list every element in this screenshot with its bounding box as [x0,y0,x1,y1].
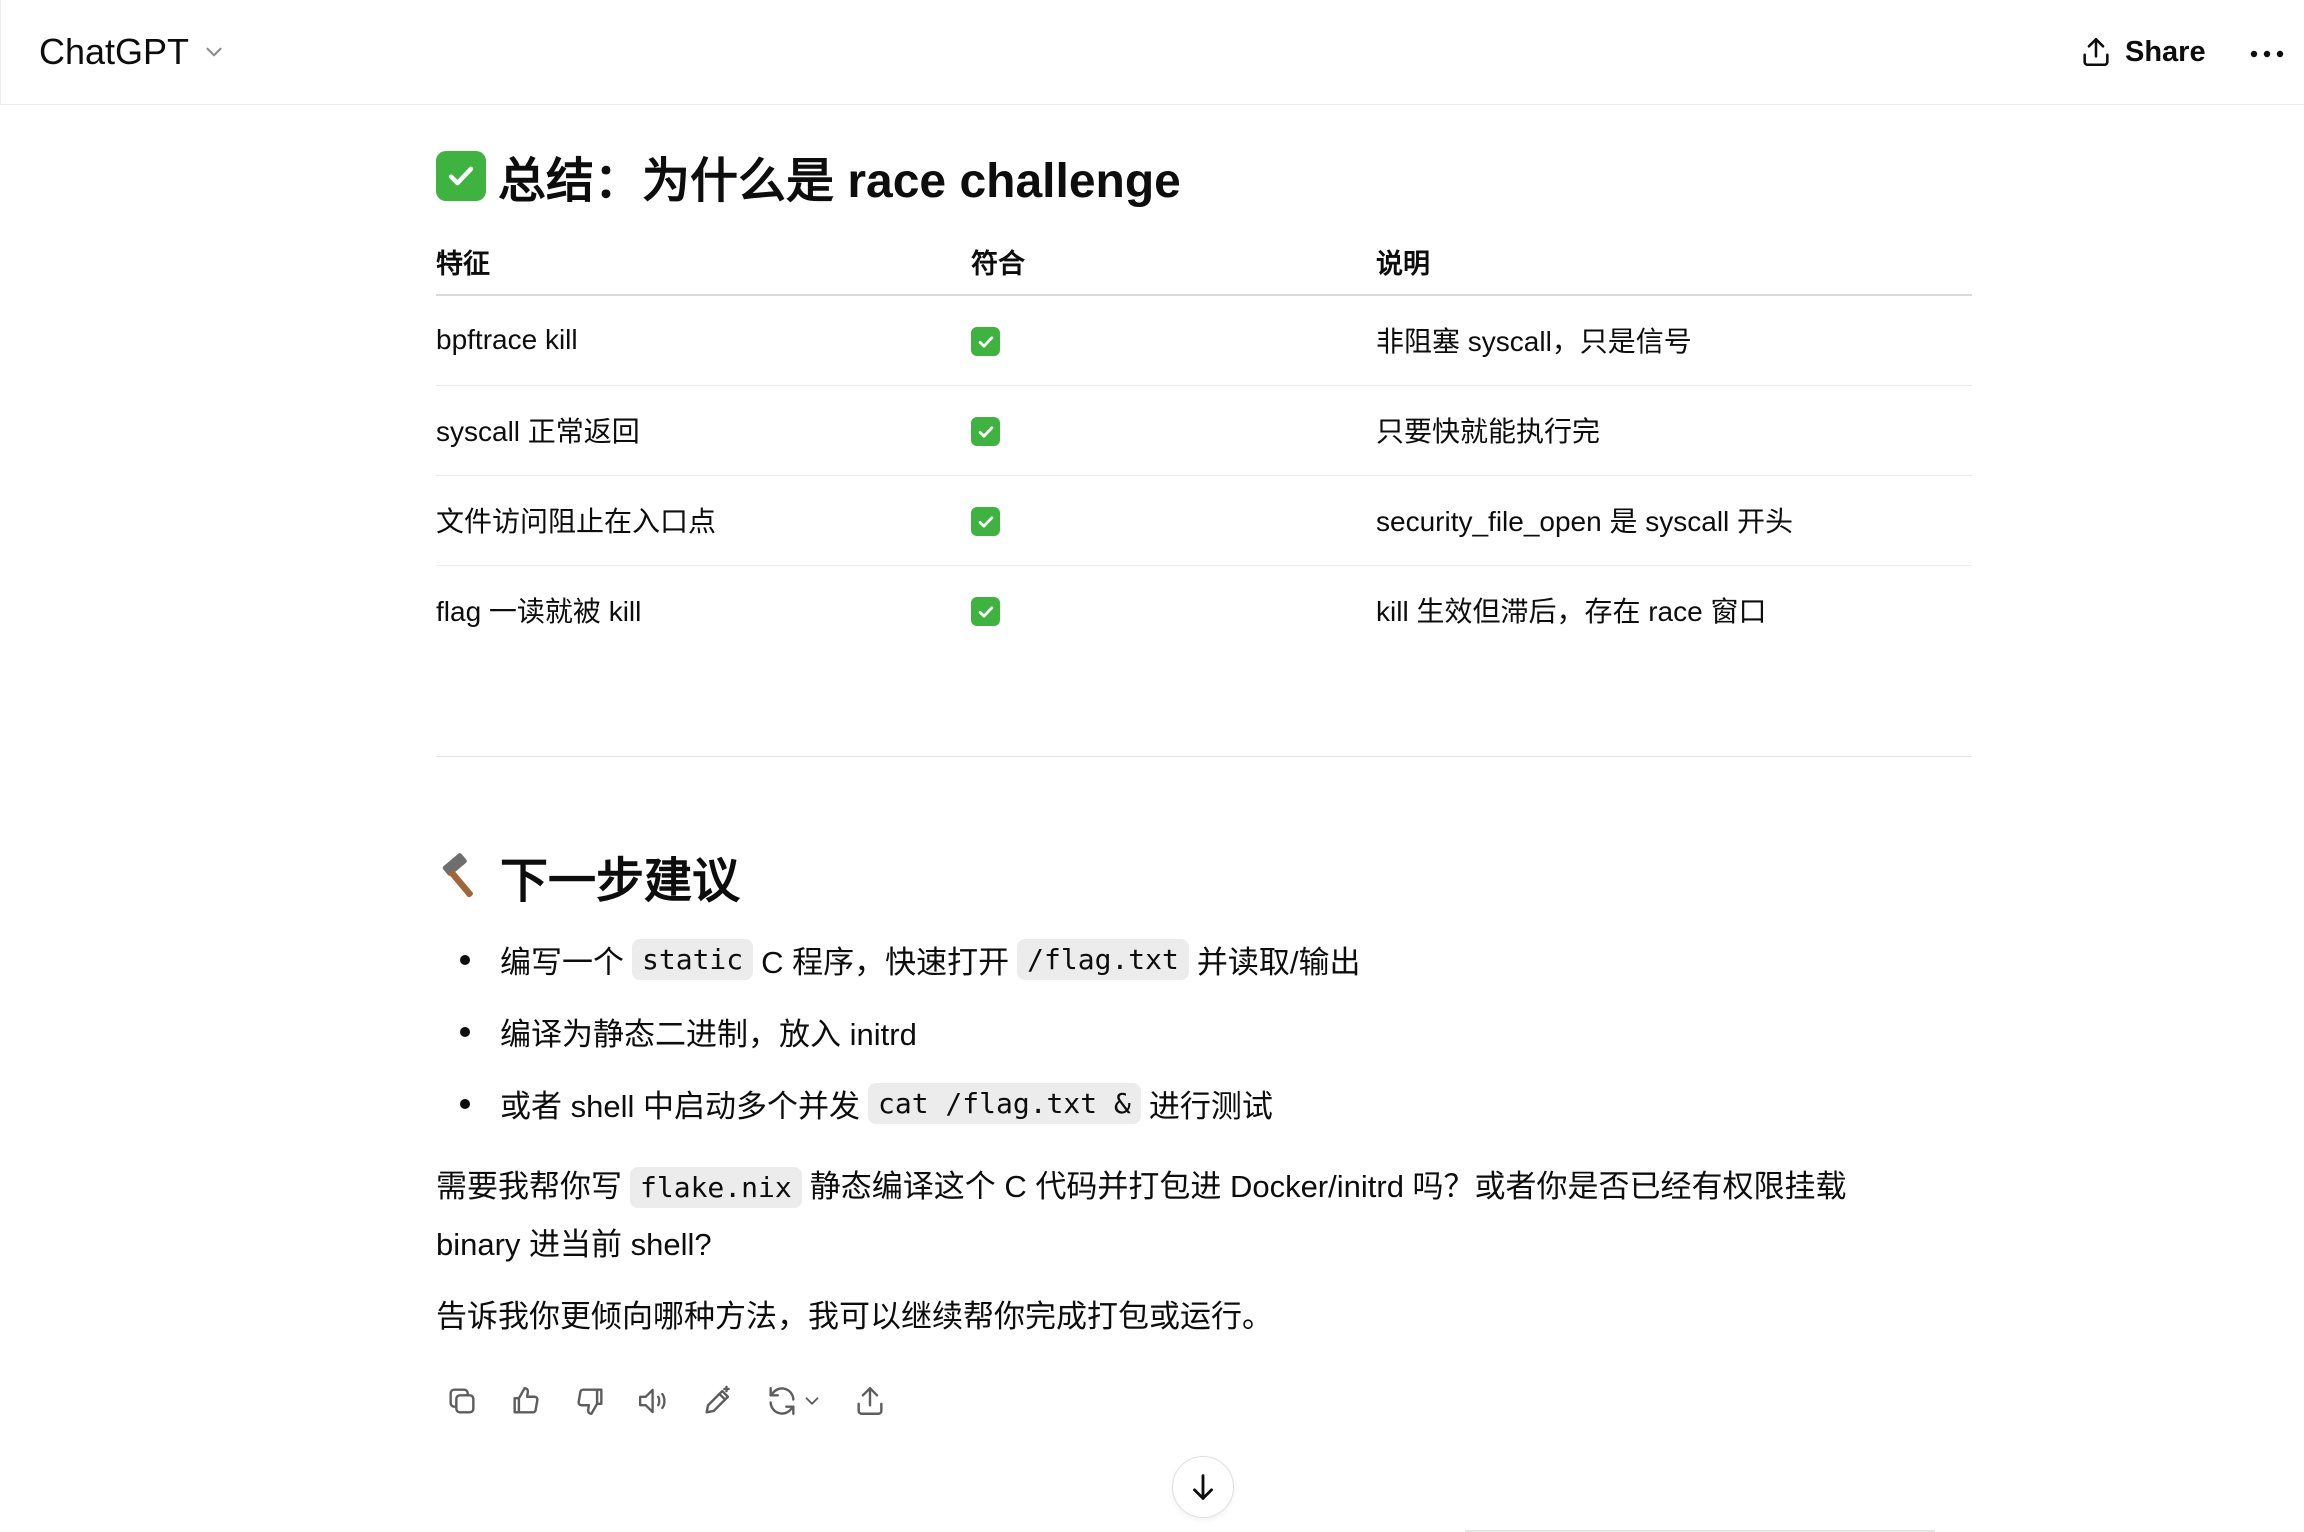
list-item: 编译为静态二进制，放入 initrd [436,995,1361,1067]
list-item-text: C 程序，快速打开 [761,944,1010,980]
check-mark-icon [971,417,1000,447]
chat-window: ChatGPT Share 总结：为什么是 race challenge 特征 … [0,0,2304,1532]
inline-code: /flag.txt [1017,938,1189,980]
column-header: 符合 [971,233,1376,296]
more-options-button[interactable] [2241,28,2293,80]
next-steps-list: 编写一个 static C 程序，快速打开 /flag.txt 并读取/输出 编… [436,923,1361,1139]
list-item-text: 编写一个 [500,944,624,980]
chevron-down-icon [206,47,222,57]
model-title: ChatGPT [39,31,190,72]
next-steps-heading: 下一步建议 [436,841,740,911]
list-item-text: 编译为静态二进制，放入 initrd [500,1016,917,1052]
inline-code: static [632,938,754,980]
ellipsis-icon [2250,50,2284,58]
question-paragraph: 需要我帮你写 flake.nix 静态编译这个 C 代码并打包进 Docker/in… [436,1158,1972,1273]
table-row: syscall 正常返回 只要快就能执行完 [436,385,1972,476]
bad-response-button[interactable] [564,1375,616,1427]
arrow-down-icon [1193,1474,1213,1500]
check-mark-icon [971,507,1000,537]
inline-code: cat /flag.txt & [867,1082,1141,1124]
summary-heading: 总结：为什么是 race challenge [436,141,1181,211]
column-header: 说明 [1376,233,1972,296]
table-row: 文件访问阻止在入口点 security_file_open 是 syscall … [436,475,1972,566]
thumbs-up-icon [513,1387,539,1414]
scroll-to-bottom-button[interactable] [1172,1456,1234,1518]
note-cell: security_file_open 是 syscall 开头 [1376,475,1972,566]
section-divider [436,756,1972,757]
good-response-button[interactable] [500,1375,552,1427]
table-row: flag 一读就被 kill kill 生效但滞后，存在 race 窗口 [436,565,1972,655]
share-button[interactable]: Share [2065,24,2220,80]
summary-heading-text: 总结：为什么是 race challenge [498,155,1181,208]
list-item-text: 进行测试 [1148,1088,1273,1124]
match-cell [971,565,1376,655]
paragraph-text: binary 进当前 shell? [436,1227,712,1262]
inline-code: flake.nix [630,1167,802,1208]
paragraph-text: 静态编译这个 C 代码并打包进 Docker/initrd 吗？或者你是否已经有… [809,1169,1847,1204]
share-icon [857,1387,883,1415]
feature-cell: bpftrace kill [436,295,971,386]
share-label: Share [2125,35,2206,68]
next-steps-heading-text: 下一步建议 [500,855,741,908]
copy-icon [449,1388,475,1414]
feature-cell: 文件访问阻止在入口点 [436,475,971,566]
check-mark-icon [436,151,486,201]
column-header: 特征 [436,233,971,296]
edit-in-canvas-button[interactable] [692,1375,744,1427]
features-table: 特征 符合 说明 bpftrace kill 非阻塞 syscall，只是信号 … [436,233,1972,655]
feature-cell: syscall 正常返回 [436,385,971,476]
chevron-down-icon [805,1397,819,1405]
note-cell: 非阻塞 syscall，只是信号 [1376,295,1972,386]
check-mark-icon [971,597,1000,627]
list-item-text: 并读取/输出 [1196,944,1361,980]
message-actions [436,1375,896,1427]
share-message-button[interactable] [844,1375,896,1427]
edit-icon [705,1385,730,1414]
hammer-icon [442,853,473,898]
check-mark-icon [971,327,1000,357]
regenerate-button[interactable] [756,1375,832,1427]
model-switcher[interactable]: ChatGPT [31,24,235,80]
list-item-text: 或者 shell 中启动多个并发 [500,1088,860,1124]
regenerate-icon [769,1387,795,1415]
speaker-icon [638,1388,666,1414]
paragraph-text: 需要我帮你写 [436,1169,622,1204]
copy-button[interactable] [436,1375,488,1427]
note-cell: 只要快就能执行完 [1376,385,1972,476]
note-cell: kill 生效但滞后，存在 race 窗口 [1376,596,1767,628]
list-item: 或者 shell 中启动多个并发 cat /flag.txt & 进行测试 [436,1067,1361,1139]
top-bar: ChatGPT Share [0,0,2304,105]
match-cell [971,385,1376,476]
match-cell [971,295,1376,386]
table-header-row: 特征 符合 说明 [436,233,1972,296]
read-aloud-button[interactable] [628,1375,680,1427]
share-icon [2083,37,2109,67]
closing-paragraph: 告诉我你更倾向哪种方法，我可以继续帮你完成打包或运行。 [436,1299,1273,1334]
thumbs-down-icon [577,1388,603,1415]
list-item: 编写一个 static C 程序，快速打开 /flag.txt 并读取/输出 [436,923,1361,995]
feature-cell: flag 一读就被 kill [436,596,642,628]
table-row: bpftrace kill 非阻塞 syscall，只是信号 [436,295,1972,386]
match-cell [971,475,1376,566]
